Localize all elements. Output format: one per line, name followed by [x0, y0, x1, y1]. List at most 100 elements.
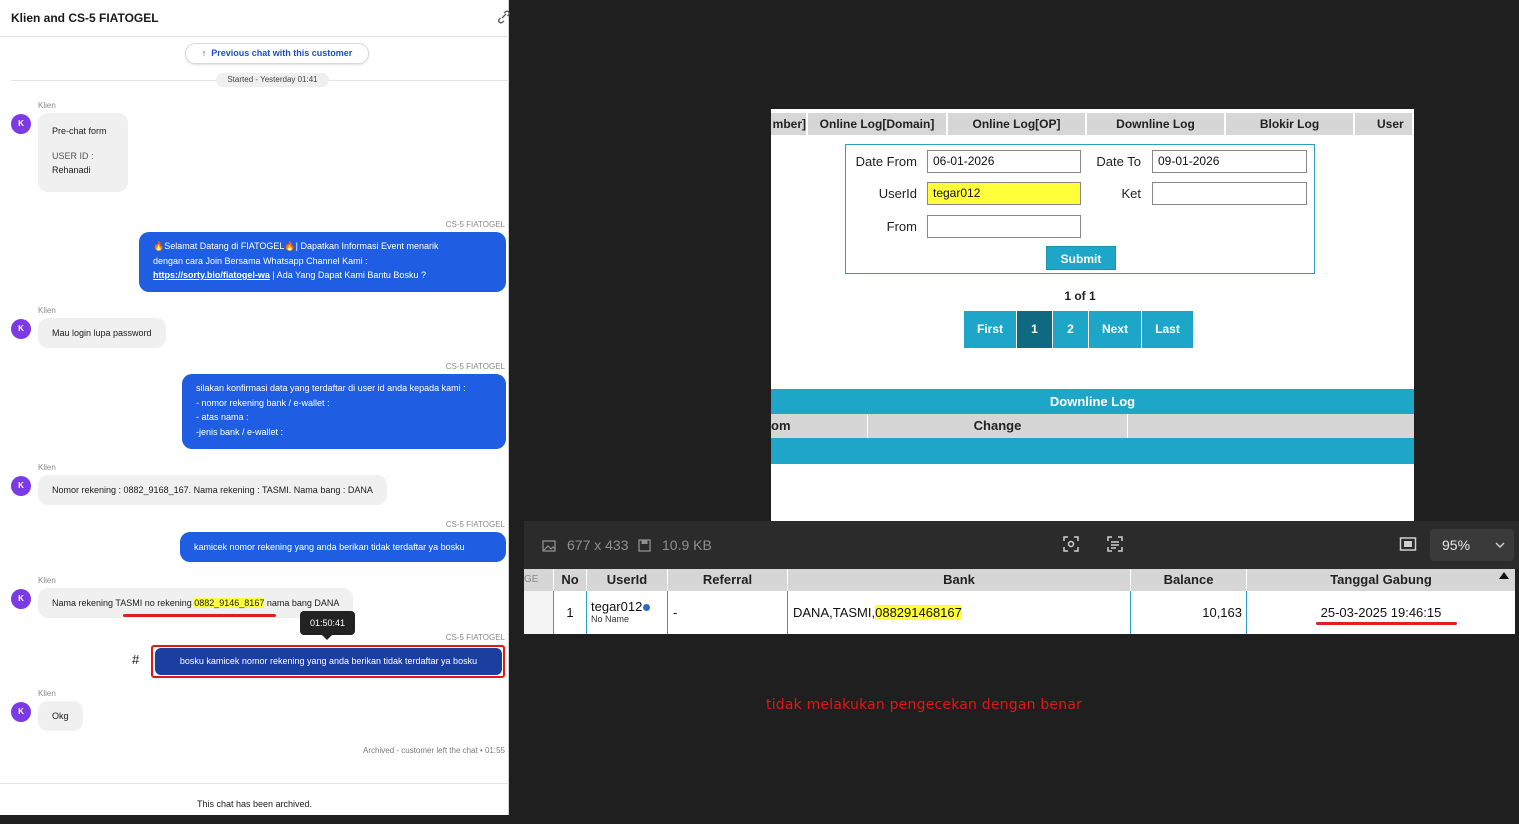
- cell-bank: DANA,TASMI,088291468167: [788, 591, 1131, 634]
- admin-screenshot-top: mber] Online Log[Domain] Online Log[OP] …: [771, 109, 1414, 521]
- from-label: From: [886, 219, 917, 234]
- tab-bar: mber] Online Log[Domain] Online Log[OP] …: [771, 113, 1414, 135]
- pager-next[interactable]: Next: [1089, 311, 1142, 348]
- sender-label: Klien: [38, 463, 56, 472]
- column-header-bank: Bank: [788, 569, 1131, 591]
- sender-label: Klien: [38, 689, 56, 698]
- avatar: K: [11, 476, 31, 496]
- pagination: First 1 2 Next Last: [964, 311, 1194, 348]
- chevron-down-icon: [1495, 542, 1505, 549]
- chat-panel: Klien and CS-5 FIATOGEL ↑ Previous chat …: [0, 0, 510, 815]
- ket-input[interactable]: [1152, 182, 1307, 205]
- pager-last[interactable]: Last: [1142, 311, 1194, 348]
- text-recognition-icon[interactable]: [1106, 535, 1124, 553]
- annotation-caption: tidak melakukan pengecekan dengan benar: [766, 697, 1083, 713]
- pager-first[interactable]: First: [964, 311, 1017, 348]
- image-viewer-toolbar: 677 x 433 10.9 KB 95%: [524, 521, 1519, 569]
- user-name: No Name: [591, 614, 630, 624]
- actual-size-icon[interactable]: [1399, 535, 1417, 553]
- tooltip-arrow: [322, 635, 332, 640]
- sender-label: CS-5 FIATOGEL: [445, 520, 505, 529]
- timestamp-tooltip: 01:50:41: [300, 611, 355, 635]
- image-icon: [542, 540, 556, 552]
- bank-account-highlight: 088291468167: [875, 605, 962, 620]
- previous-chat-button[interactable]: ↑ Previous chat with this customer: [185, 43, 369, 64]
- sender-label: Klien: [38, 101, 56, 110]
- red-box-annotation: [151, 645, 505, 678]
- prechat-field-label: USER ID :: [52, 150, 94, 161]
- tab-downline-log[interactable]: Downline Log: [1087, 113, 1226, 135]
- sender-label: CS-5 FIATOGEL: [445, 633, 505, 642]
- message-bubble: kamicek nomor rekening yang anda berikan…: [180, 532, 506, 562]
- downline-columns: om Change: [771, 414, 1414, 438]
- message-bubble: Mau login lupa password: [38, 318, 166, 348]
- tab-member[interactable]: mber]: [771, 113, 808, 135]
- scroll-up-arrow[interactable]: [1499, 572, 1509, 579]
- from-input[interactable]: [927, 215, 1081, 238]
- pager-page-1[interactable]: 1: [1017, 311, 1053, 348]
- ket-label: Ket: [1121, 186, 1141, 201]
- cell-tanggal-gabung: 25-03-2025 19:46:15: [1320, 605, 1442, 620]
- submit-button[interactable]: Submit: [1046, 246, 1116, 270]
- zoom-value: 95%: [1442, 537, 1471, 553]
- red-underline-annotation: [123, 614, 276, 617]
- info-icon: [643, 604, 651, 611]
- message-line: 🔥Selamat Datang di FIATOGEL🔥| Dapatkan I…: [153, 241, 439, 251]
- message-bubble: Pre-chat form USER ID : Rehanadi: [38, 113, 128, 192]
- prechat-title: Pre-chat form: [52, 126, 107, 136]
- column-header: [1128, 414, 1414, 438]
- message-bubble: Nomor rekening : 0882_9168_167. Nama rek…: [38, 475, 387, 505]
- previous-chat-label: Previous chat with this customer: [211, 48, 353, 58]
- prechat-field-value: Rehanadi: [52, 165, 91, 175]
- whatsapp-channel-link[interactable]: https://sorty.bio/fiatogel-wa: [153, 270, 270, 280]
- userid-input[interactable]: tegar012: [927, 182, 1081, 205]
- downline-empty-row: [771, 438, 1414, 464]
- zoom-dropdown[interactable]: 95%: [1430, 529, 1514, 561]
- userid-text[interactable]: tegar012: [591, 599, 642, 614]
- date-to-input[interactable]: 09-01-2026: [1152, 150, 1307, 173]
- column-stub: GE: [524, 569, 554, 591]
- message-bubble: 🔥Selamat Datang di FIATOGEL🔥| Dapatkan I…: [139, 232, 506, 292]
- fit-screen-icon[interactable]: [1062, 535, 1080, 553]
- cell-userid: tegar012 No Name: [587, 591, 668, 634]
- message-line: - nomor rekening bank / e-wallet :: [196, 397, 330, 408]
- column-header-balance: Balance: [1131, 569, 1247, 591]
- table-header: GE No UserId Referral Bank Balance Tangg…: [524, 569, 1515, 591]
- tab-blokir-log[interactable]: Blokir Log: [1226, 113, 1355, 135]
- chat-title: Klien and CS-5 FIATOGEL: [11, 11, 159, 25]
- column-header: Change: [868, 414, 1128, 438]
- message-line: - atas nama :: [196, 412, 249, 422]
- filter-form: Date From 06-01-2026 Date To 09-01-2026 …: [845, 144, 1315, 274]
- column-header-referral: Referral: [668, 569, 788, 591]
- save-icon: [638, 539, 651, 552]
- row-stub: [524, 591, 554, 634]
- cell-referral: -: [668, 591, 788, 634]
- column-header: om: [771, 414, 868, 438]
- sender-label: CS-5 FIATOGEL: [445, 362, 505, 371]
- downline-log-title: Downline Log: [771, 389, 1414, 414]
- avatar: K: [11, 114, 31, 134]
- date-from-input[interactable]: 06-01-2026: [927, 150, 1081, 173]
- date-from-label: Date From: [855, 154, 917, 169]
- sender-label: Klien: [38, 576, 56, 585]
- message-line: silakan konfirmasi data yang terdaftar d…: [196, 383, 466, 393]
- chat-header: Klien and CS-5 FIATOGEL: [0, 0, 510, 37]
- image-dimensions: 677 x 433: [567, 537, 629, 553]
- date-to-label: Date To: [1096, 154, 1141, 169]
- table-row: 1 tegar012 No Name - DANA,TASMI,08829146…: [524, 591, 1515, 634]
- tab-online-log-op[interactable]: Online Log[OP]: [948, 113, 1087, 135]
- tab-user[interactable]: User: [1355, 113, 1414, 135]
- file-size: 10.9 KB: [662, 537, 712, 553]
- archived-note: Archived - customer left the chat • 01:5…: [363, 746, 505, 755]
- message-bubble: silakan konfirmasi data yang terdaftar d…: [182, 374, 506, 449]
- hash-marker: #: [132, 652, 140, 667]
- link-icon[interactable]: [498, 10, 510, 24]
- message-line: -jenis bank / e-wallet :: [196, 426, 284, 437]
- tab-online-log-domain[interactable]: Online Log[Domain]: [808, 113, 948, 135]
- cell-no: 1: [554, 591, 587, 634]
- sender-label: CS-5 FIATOGEL: [445, 220, 505, 229]
- page-indicator: 1 of 1: [1064, 289, 1096, 303]
- message-text: nama bang DANA: [264, 598, 340, 608]
- pager-page-2[interactable]: 2: [1053, 311, 1089, 348]
- message-line: | Ada Yang Dapat Kami Bantu Bosku ?: [269, 270, 426, 280]
